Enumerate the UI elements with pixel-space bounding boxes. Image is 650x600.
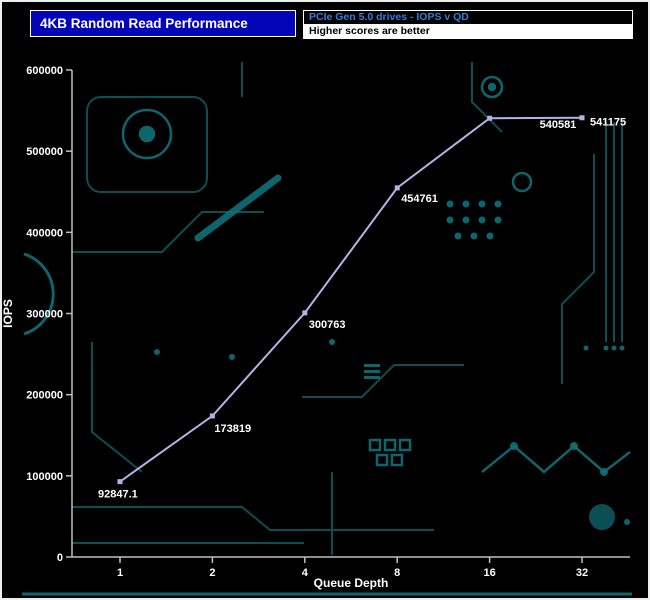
data-point-label: 454761	[401, 193, 438, 205]
data-point	[210, 413, 215, 418]
chart-frame: 0 100000 200000 300000 400000 500000 600000 1 2 4…	[0, 0, 650, 600]
x-tick-label: 8	[394, 567, 400, 579]
y-tick-label: 600000	[26, 65, 63, 77]
data-point	[580, 115, 585, 120]
y-axis-title: IOPS	[2, 299, 15, 328]
data-point-label: 173819	[214, 423, 251, 435]
data-point-label: 540581	[540, 119, 577, 131]
data-point	[395, 185, 400, 190]
x-tick-label: 16	[483, 567, 495, 579]
data-point-label: 541175	[590, 117, 626, 129]
chart-header: 4KB Random Read Performance PCIe Gen 5.0…	[2, 2, 648, 44]
y-tick-label: 200000	[26, 390, 63, 402]
chart-title: 4KB Random Read Performance	[30, 10, 296, 37]
data-point	[118, 479, 123, 484]
y-tick-label: 100000	[26, 471, 63, 483]
data-point-label: 92847.1	[98, 489, 138, 501]
x-tick-label: 4	[302, 567, 309, 579]
y-tick-label: 0	[57, 552, 63, 564]
data-line	[120, 118, 582, 482]
chart-subtitle-line2: Higher scores are better	[304, 25, 632, 38]
data-point	[487, 116, 492, 121]
chart-subtitle-box: PCIe Gen 5.0 drives - IOPS v QD Higher s…	[303, 10, 633, 39]
data-point-label: 300763	[309, 319, 346, 331]
data-point	[302, 310, 307, 315]
x-tick-label: 1	[117, 567, 123, 579]
x-tick-label: 2	[209, 567, 215, 579]
line-chart: 0 100000 200000 300000 400000 500000 600000 1 2 4…	[2, 2, 650, 600]
x-axis-title: Queue Depth	[314, 576, 389, 590]
y-tick-label: 400000	[26, 227, 63, 239]
y-tick-label: 300000	[26, 309, 63, 321]
x-tick-label: 32	[576, 567, 588, 579]
chart-subtitle-line1: PCIe Gen 5.0 drives - IOPS v QD	[304, 11, 632, 25]
y-tick-label: 500000	[26, 146, 63, 158]
